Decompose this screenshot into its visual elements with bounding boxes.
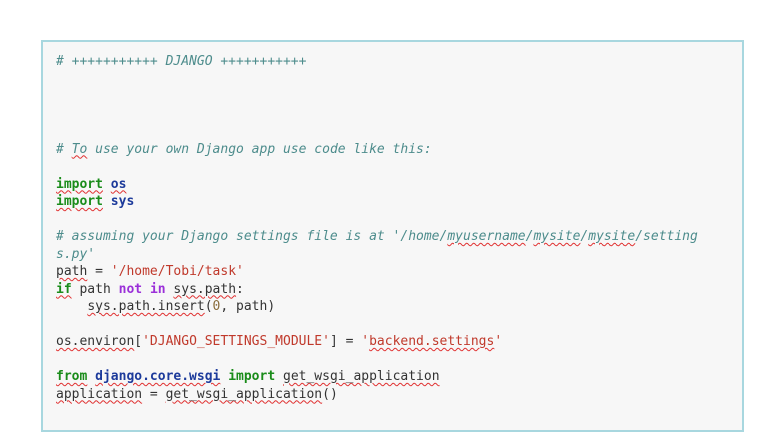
comment-text: /setting [635, 229, 698, 244]
code-text: path [71, 281, 119, 297]
keyword-import: import [56, 194, 103, 209]
code-content[interactable]: # +++++++++++ DJANGO +++++++++++ # To use… [56, 53, 732, 403]
code-text: ] = [329, 334, 362, 349]
code-line: # To use your own Django app use code li… [56, 141, 732, 159]
function-name: get_wsgi_application [283, 369, 440, 384]
code-line: # assuming your Django settings file is … [56, 228, 732, 246]
code-line-empty [56, 106, 732, 124]
string-literal: backend.settings [369, 334, 495, 349]
code-line: sys.path.insert(0, path) [56, 298, 732, 316]
keyword-if: if [56, 281, 72, 297]
comment-text: use your own Django app use code like th… [87, 141, 432, 157]
code-line: s.py' [56, 246, 732, 264]
spellcheck-word: To [71, 141, 88, 157]
keyword-import: import [228, 369, 276, 384]
comment: # +++++++++++ DJANGO +++++++++++ [56, 54, 307, 69]
code-line-empty [56, 351, 732, 369]
spellcheck-word: mysite [588, 229, 636, 244]
module-name: os [110, 176, 127, 192]
variable-name: path [56, 264, 88, 279]
operator: = [87, 264, 111, 279]
code-line-empty [56, 123, 732, 141]
code-line: import os [56, 176, 732, 194]
comment: # To use your own Django app use code li… [56, 142, 432, 157]
comment-text: # assuming your Django settings file is … [56, 229, 448, 244]
code-text: , path) [220, 299, 276, 314]
code-text: ( [204, 299, 213, 314]
function-call: get_wsgi_application [165, 386, 323, 402]
string-literal: 'DJANGO_SETTINGS_MODULE' [142, 334, 330, 349]
string-quote: ' [361, 334, 370, 349]
string-literal: '/home/Tobi/task' [110, 264, 244, 279]
code-text: () [322, 386, 338, 402]
code-line-empty [56, 71, 732, 89]
operator: = [142, 386, 166, 402]
comment: # assuming your Django settings file is … [56, 229, 698, 244]
code-line: import sys [56, 193, 732, 211]
attribute-access: sys.path [173, 281, 237, 297]
code-line-empty [56, 316, 732, 334]
code-line-empty [56, 158, 732, 176]
string-quote: ' [494, 334, 503, 349]
code-line: path = '/home/Tobi/task' [56, 263, 732, 281]
keyword-in: in [149, 281, 166, 297]
module-name: django.core.wsgi [95, 369, 221, 384]
variable-name: application [56, 386, 143, 402]
code-line: # +++++++++++ DJANGO +++++++++++ [56, 53, 732, 71]
attribute-access: os.environ [56, 334, 135, 349]
keyword-from: from [56, 369, 88, 384]
code-editor[interactable]: # +++++++++++ DJANGO +++++++++++ # To use… [41, 40, 744, 432]
code-line-empty [56, 211, 732, 229]
keyword-not: not [118, 281, 143, 297]
keyword-import: import [56, 176, 103, 192]
module-name: sys [110, 194, 135, 209]
comment-text: # [56, 141, 72, 157]
code-line: from django.core.wsgi import get_wsgi_ap… [56, 368, 732, 386]
comment: s.py' [56, 246, 96, 262]
code-text: [ [134, 334, 143, 349]
code-line: os.environ['DJANGO_SETTINGS_MODULE'] = '… [56, 333, 732, 351]
method-call: sys.path.insert [87, 299, 205, 314]
code-line-empty [56, 88, 732, 106]
spellcheck-word: myusername [447, 229, 526, 244]
code-text: : [236, 281, 244, 297]
code-line: if path not in sys.path: [56, 281, 732, 299]
spellcheck-word: mysite [533, 229, 581, 244]
code-line: application = get_wsgi_application() [56, 386, 732, 404]
